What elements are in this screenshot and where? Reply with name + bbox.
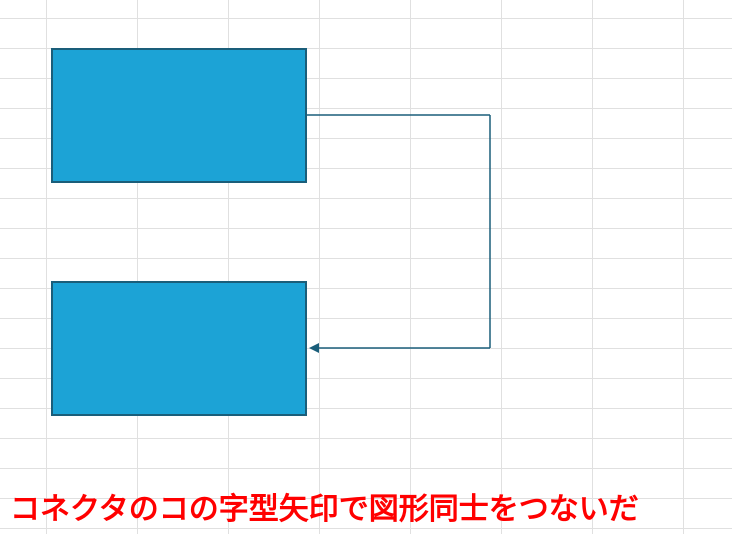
rectangle-shape-1[interactable] <box>51 48 307 183</box>
caption-text: コネクタのコの字型矢印で図形同士をつないだ <box>10 484 639 528</box>
rectangle-shape-2[interactable] <box>51 281 307 416</box>
